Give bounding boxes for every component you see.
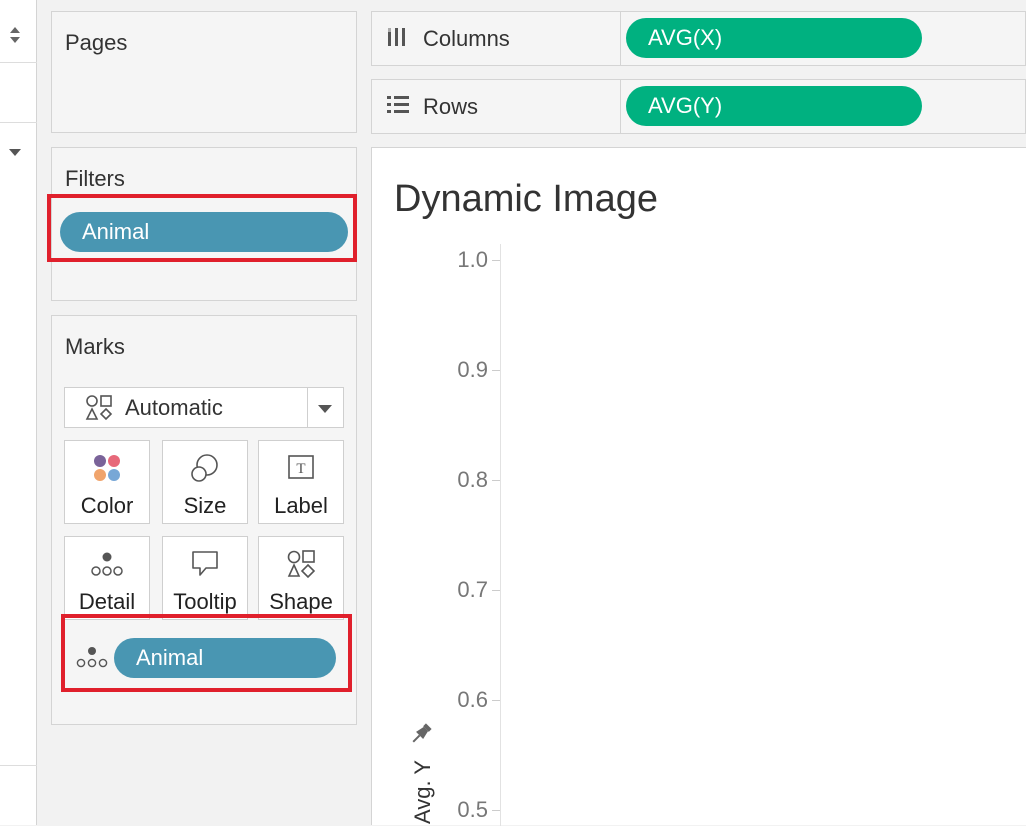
svg-text:T: T: [296, 461, 305, 477]
detail-label: Detail: [78, 589, 136, 614]
tooltip-label: Tooltip: [173, 589, 237, 614]
shapes-icon: [286, 549, 316, 584]
divider: [0, 122, 37, 123]
marks-title: Marks: [65, 334, 125, 359]
label-label: Label: [274, 493, 328, 518]
detail-icon: [90, 549, 124, 584]
rows-pill-avg-y[interactable]: AVG(Y): [626, 86, 922, 126]
detail-pill-animal[interactable]: Animal: [114, 638, 336, 678]
y-tick-label: 0.6: [457, 687, 488, 712]
filters-title: Filters: [65, 166, 125, 191]
y-axis-line: [500, 244, 501, 826]
sort-toggle-icon[interactable]: [8, 24, 22, 46]
pages-title: Pages: [65, 30, 128, 55]
detail-icon: [75, 646, 109, 670]
pin-icon[interactable]: [408, 721, 434, 747]
view-canvas[interactable]: Dynamic Image 1.0 0.9 0.8 0.7 0.6 0.5 Avg. Y: [371, 147, 1026, 826]
shelf-divider: [620, 80, 621, 133]
divider: [0, 765, 37, 766]
color-card[interactable]: Color: [64, 440, 150, 524]
y-tick-label: 0.9: [457, 357, 488, 382]
rows-label: Rows: [423, 94, 479, 119]
y-tick-mark: [492, 260, 500, 261]
y-tick-mark: [492, 810, 500, 811]
columns-icon: [386, 25, 408, 47]
shape-label: Shape: [269, 589, 333, 614]
shape-card[interactable]: Shape: [258, 536, 344, 620]
size-icon: [190, 453, 220, 488]
y-tick-mark: [492, 590, 500, 591]
size-label: Size: [183, 493, 227, 518]
mark-type-dropdown[interactable]: Automatic: [64, 387, 344, 428]
chevron-down-icon[interactable]: [317, 402, 333, 414]
text-label-icon: T: [286, 453, 316, 488]
shelf-divider: [620, 12, 621, 65]
y-tick-mark: [492, 370, 500, 371]
size-card[interactable]: Size: [162, 440, 248, 524]
shapes-icon: [85, 394, 113, 422]
rows-icon: [386, 94, 410, 116]
columns-label: Columns: [423, 26, 510, 51]
y-tick-mark: [492, 700, 500, 701]
y-axis-label: Avg. Y: [410, 759, 435, 824]
y-tick-label: 0.8: [457, 467, 488, 492]
mark-type-label: Automatic: [125, 395, 223, 420]
y-tick-label: 1.0: [457, 247, 488, 272]
filter-pill-animal[interactable]: Animal: [60, 212, 348, 252]
color-icon: [92, 453, 122, 488]
pages-shelf[interactable]: Pages: [51, 11, 357, 133]
left-sidebar: [0, 0, 37, 825]
y-tick-label: 0.5: [457, 797, 488, 822]
tooltip-card[interactable]: Tooltip: [162, 536, 248, 620]
tooltip-icon: [190, 549, 220, 584]
y-tick-label: 0.7: [457, 577, 488, 602]
y-tick-mark: [492, 480, 500, 481]
color-label: Color: [80, 493, 134, 518]
columns-pill-avg-x[interactable]: AVG(X): [626, 18, 922, 58]
divider: [0, 62, 37, 63]
chevron-down-icon[interactable]: [8, 144, 22, 156]
detail-card[interactable]: Detail: [64, 536, 150, 620]
dropdown-divider: [307, 388, 308, 427]
label-card[interactable]: T Label: [258, 440, 344, 524]
